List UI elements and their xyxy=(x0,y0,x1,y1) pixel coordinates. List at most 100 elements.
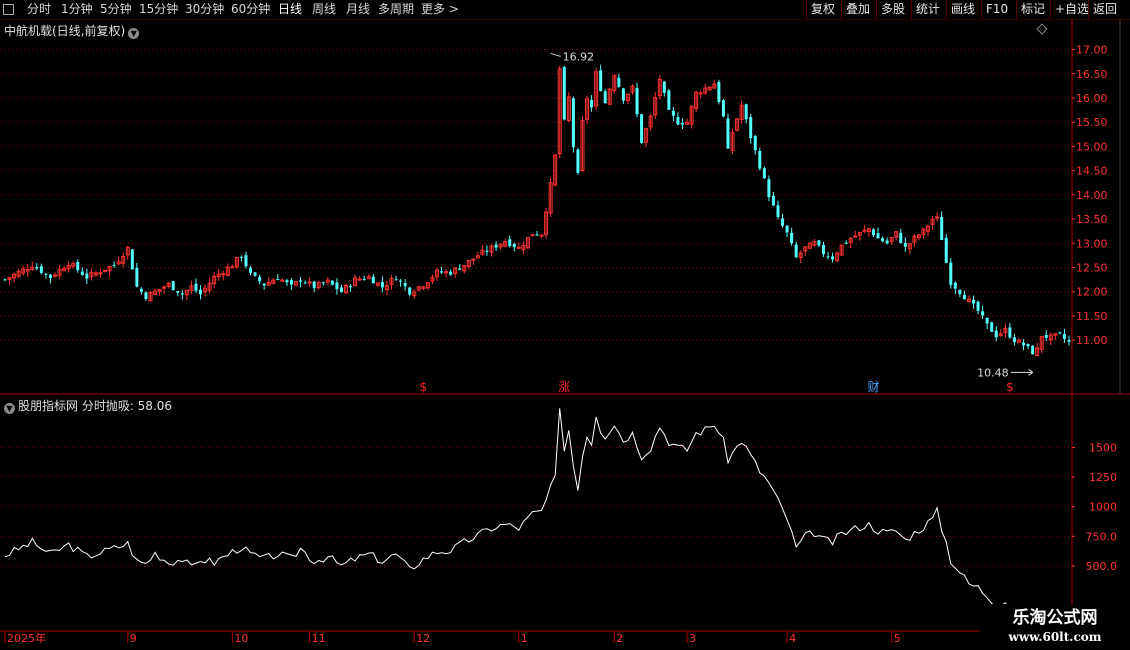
candle-body-down xyxy=(899,232,903,243)
date-tick-label: 2 xyxy=(616,632,623,645)
price-tick-label: 14.00 xyxy=(1076,189,1108,202)
main-pane-title-text: 中航机载(日线,前复权) xyxy=(4,24,126,38)
date-tick-label: 3 xyxy=(689,632,696,645)
watermark-line1: 乐淘公式网 xyxy=(1012,608,1098,628)
candle-body-down xyxy=(144,292,148,300)
date-tick-label: 10 xyxy=(234,632,248,645)
price-tick-label: 13.50 xyxy=(1076,213,1108,226)
candle-body-down xyxy=(1022,342,1026,346)
candle-body-down xyxy=(485,250,489,252)
candle-body-down xyxy=(85,273,89,279)
candle-body-down xyxy=(953,282,957,289)
candle-body-down xyxy=(371,276,375,284)
candle-body-down xyxy=(990,322,994,332)
indicator-tick-label: 500.0 xyxy=(1086,560,1118,573)
date-tick-label: 4 xyxy=(789,632,796,645)
event-marker: $ xyxy=(420,380,428,394)
candle-body-down xyxy=(1062,334,1066,339)
candle-body-down xyxy=(681,122,685,125)
candle-body-down xyxy=(253,272,257,276)
chevron-down-icon[interactable]: ▼ xyxy=(128,28,140,39)
candle-body-up xyxy=(98,272,103,275)
indicator-tick-label: 1250 xyxy=(1089,471,1117,484)
candle-body-down xyxy=(785,225,789,233)
price-tick-label: 15.50 xyxy=(1076,116,1108,129)
candle-body-down xyxy=(767,179,771,197)
candle-body-down xyxy=(194,283,198,291)
candle-body-up xyxy=(103,269,108,272)
candle-body-down xyxy=(844,242,848,244)
candle-body-up xyxy=(280,279,285,282)
candle-body-down xyxy=(494,244,498,248)
candle-body-up xyxy=(307,281,312,284)
candle-body-down xyxy=(35,267,39,269)
candle-body-down xyxy=(726,118,730,149)
candle-body-up xyxy=(530,234,535,237)
date-tick-label: 1 xyxy=(521,632,528,645)
candle-body-down xyxy=(562,66,566,120)
candle-body-down xyxy=(171,281,175,291)
candle-body-down xyxy=(667,90,671,110)
watermark-line2: www.60lt.com xyxy=(1008,630,1102,644)
indicator-tick-label: 1500 xyxy=(1089,441,1117,454)
indicator-series xyxy=(4,408,1070,629)
candle-body-down xyxy=(362,278,366,280)
date-tick-label: 11 xyxy=(312,632,326,645)
candle-body-down xyxy=(590,99,594,108)
candle-body-down xyxy=(962,294,966,300)
candle-body-down xyxy=(871,229,875,236)
candle-body-down xyxy=(1058,332,1062,334)
candle-body-down xyxy=(831,256,835,260)
event-marker: 涨 xyxy=(558,379,570,394)
candle-body-down xyxy=(635,88,639,115)
candle-body-down xyxy=(972,299,976,304)
chevron-down-icon[interactable]: ▼ xyxy=(4,403,15,414)
candle-body-down xyxy=(621,88,625,101)
candle-body-down xyxy=(312,281,316,289)
candle-body-up xyxy=(516,246,521,249)
candle-body-down xyxy=(380,282,384,288)
candle-body-down xyxy=(508,239,512,247)
candle-body-down xyxy=(758,150,762,169)
candle-body-down xyxy=(44,273,48,275)
candle-body-down xyxy=(112,264,116,266)
event-marker: 财 xyxy=(867,380,879,394)
candle-body-down xyxy=(339,287,343,292)
candle-body-down xyxy=(881,238,885,242)
price-tick-label: 11.50 xyxy=(1076,310,1108,323)
candle-body-down xyxy=(349,286,353,288)
candle-body-down xyxy=(399,280,403,282)
candle-body-down xyxy=(662,81,666,93)
candlestick-series xyxy=(3,64,1071,357)
indicator-gridlines xyxy=(0,446,1072,567)
candle-body-down xyxy=(671,110,675,116)
candle-body-down xyxy=(749,117,753,139)
price-tick-label: 16.50 xyxy=(1076,68,1108,81)
price-tick-label: 11.00 xyxy=(1076,334,1108,347)
candle-body-down xyxy=(130,249,134,270)
candle-body-down xyxy=(776,205,780,217)
price-tick-label: 12.00 xyxy=(1076,286,1108,299)
candle-body-down xyxy=(408,287,412,295)
candle-body-down xyxy=(1012,337,1016,343)
date-axis-labels: 2025年 9 10 11 12 1 2 3 4 5 xyxy=(4,631,901,645)
candle-body-down xyxy=(449,271,453,275)
candle-body-down xyxy=(199,289,203,295)
indicator-pane-title[interactable]: ▼ 股朋指标网 分时抛吸: 58.06 xyxy=(4,397,172,414)
price-tick-label: 14.50 xyxy=(1076,165,1108,178)
candle-body-down xyxy=(139,288,143,292)
indicator-title-text: 股朋指标网 分时抛吸: 58.06 xyxy=(18,399,173,413)
candle-body-up xyxy=(357,278,362,281)
candle-body-down xyxy=(717,81,721,102)
candle-body-down xyxy=(794,244,798,258)
stock-chart: 11.00 11.50 12.00 12.50 13.00 13.50 14.00 14.50… xyxy=(0,20,1130,650)
price-tick-label: 15.00 xyxy=(1076,140,1108,153)
candle-body-down xyxy=(599,70,603,91)
price-tick-label: 16.00 xyxy=(1076,92,1108,105)
candle-body-down xyxy=(135,267,139,287)
main-pane-title[interactable]: 中航机载(日线,前复权) ▼ xyxy=(4,22,140,39)
candle-body-down xyxy=(285,280,289,283)
candle-body-down xyxy=(48,274,52,279)
candle-body-down xyxy=(535,234,539,236)
candle-body-down xyxy=(321,282,325,284)
